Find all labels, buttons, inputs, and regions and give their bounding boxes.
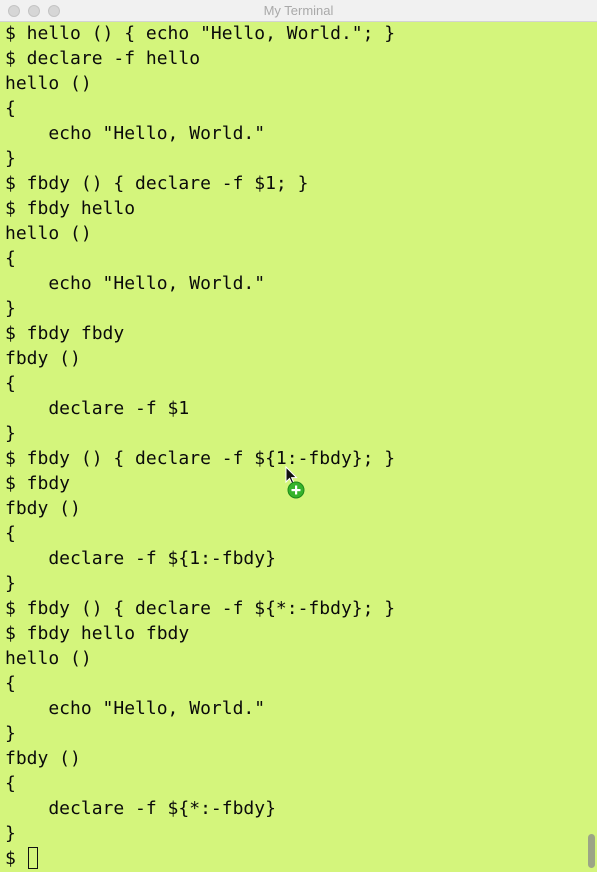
terminal-line: $ fbdy hello <box>5 198 136 219</box>
terminal-line: hello () <box>5 648 92 669</box>
terminal-line: } <box>5 148 16 169</box>
terminal-line: hello () <box>5 223 92 244</box>
terminal-line: } <box>5 573 16 594</box>
terminal-line: fbdy () <box>5 748 81 769</box>
prompt: $ <box>5 848 27 869</box>
title-bar: My Terminal <box>0 0 597 22</box>
terminal-line: } <box>5 423 16 444</box>
terminal-line: { <box>5 98 16 119</box>
terminal-line: echo "Hello, World." <box>5 698 266 719</box>
arrow-pointer-with-green-plus-icon <box>284 465 310 502</box>
terminal-line: fbdy () <box>5 348 81 369</box>
window-title: My Terminal <box>263 3 334 18</box>
terminal-line: } <box>5 823 16 844</box>
terminal-line: { <box>5 673 16 694</box>
terminal-line: $ fbdy hello fbdy <box>5 623 190 644</box>
terminal-line: { <box>5 773 16 794</box>
terminal-line: $ fbdy () { declare -f ${*:-fbdy}; } <box>5 598 396 619</box>
terminal-line: { <box>5 523 16 544</box>
terminal-line: declare -f ${1:-fbdy} <box>5 548 276 569</box>
terminal-line: $ declare -f hello <box>5 48 201 69</box>
vertical-scrollbar[interactable] <box>588 834 595 868</box>
terminal-window: My Terminal $ hello () { echo "Hello, Wo… <box>0 0 597 872</box>
terminal-line: echo "Hello, World." <box>5 123 266 144</box>
terminal-line: echo "Hello, World." <box>5 273 266 294</box>
text-cursor <box>27 847 38 869</box>
terminal-line: $ fbdy () { declare -f $1; } <box>5 173 309 194</box>
terminal-line: declare -f ${*:-fbdy} <box>5 798 276 819</box>
terminal-line: $ hello () { echo "Hello, World."; } <box>5 23 396 44</box>
terminal-line: } <box>5 298 16 319</box>
terminal-line: { <box>5 248 16 269</box>
terminal-line: hello () <box>5 73 92 94</box>
terminal-line: { <box>5 373 16 394</box>
terminal-line: declare -f $1 <box>5 398 190 419</box>
terminal-output[interactable]: $ hello () { echo "Hello, World."; } $ d… <box>5 21 583 871</box>
terminal-line: } <box>5 723 16 744</box>
prompt-line[interactable]: $ <box>5 846 583 871</box>
terminal-line: $ fbdy fbdy <box>5 323 125 344</box>
